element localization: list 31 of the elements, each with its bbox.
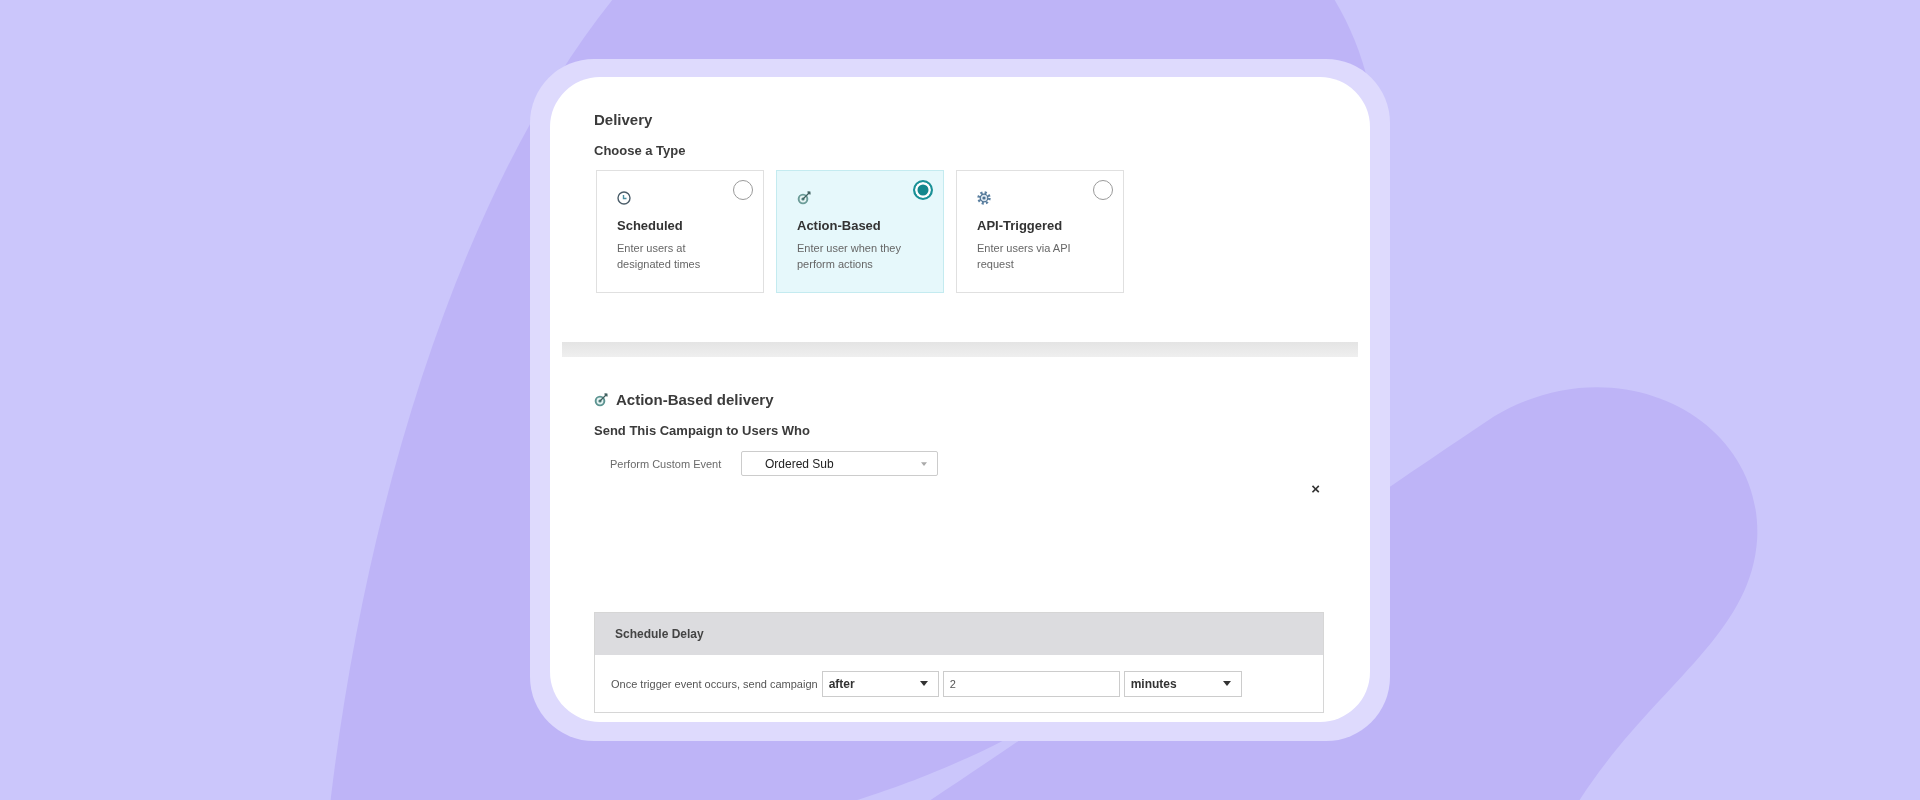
caret-icon [1222,681,1231,686]
caret-icon [919,681,928,686]
field-label: Perform Custom Event [610,457,723,470]
type-description: Enter users at designated times [617,241,702,272]
type-title: API-Triggered [977,218,1064,234]
section-subtitle: Send This Campaign to Users Who [594,423,811,439]
target-icon [594,393,608,407]
section-title: Action-Based delivery [616,391,774,409]
radio-button[interactable] [1093,180,1113,200]
target-icon [797,191,811,205]
gear-icon [977,191,991,205]
panel-title: Schedule Delay [615,627,704,641]
amount-input[interactable]: 2 [942,670,1120,697]
radio-button[interactable] [913,180,933,200]
type-description: Enter users via API request [977,241,1072,272]
section-title: Delivery [594,111,654,129]
delivery-type-card[interactable]: Scheduled Enter users at designated times [596,170,764,293]
timing-dropdown[interactable]: after [821,670,939,697]
caret-icon [921,461,927,466]
type-title: Action-Based [797,218,882,234]
delivery-type-card[interactable]: API-Triggered Enter users via API request [956,170,1124,293]
event-dropdown[interactable]: Ordered Sub [741,451,938,476]
field-label: Once trigger event occurs, send campaign [611,677,818,690]
remove-button[interactable]: × [1311,483,1320,495]
delivery-type-card[interactable]: Action-Based Enter user when they perform actions [776,170,944,293]
unit-dropdown[interactable]: minutes [1123,670,1242,697]
type-description: Enter user when they perform actions [797,241,902,272]
section-subtitle: Choose a Type [594,143,687,159]
clock-icon [617,191,631,205]
radio-button[interactable] [733,180,753,200]
type-title: Scheduled [617,218,684,234]
